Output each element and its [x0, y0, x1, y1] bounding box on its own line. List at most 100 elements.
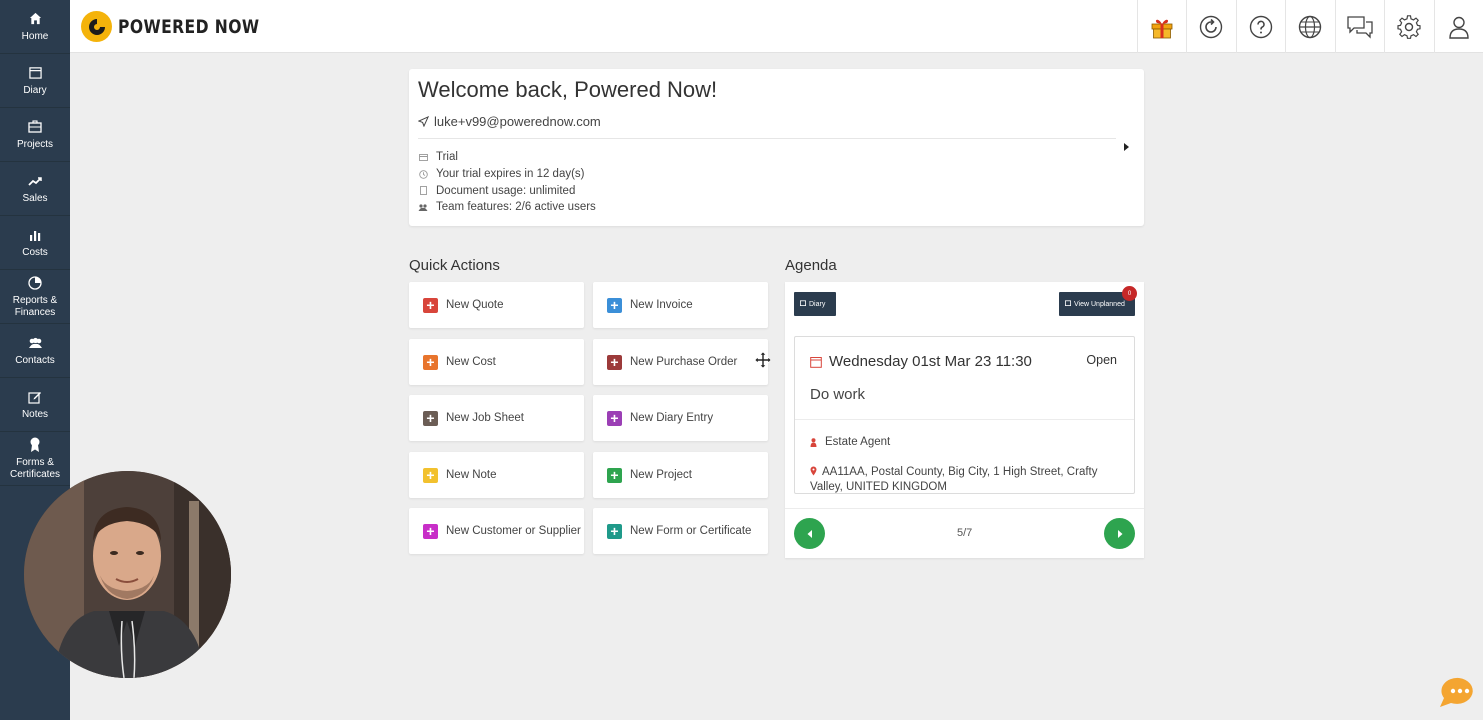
sidebar-item-label: Notes	[21, 408, 49, 420]
quick-action-label: New Purchase Order	[630, 356, 738, 368]
sidebar-item-label: Home	[21, 30, 49, 42]
unplanned-count-badge: 0	[1122, 286, 1137, 301]
status-text: Team features: 2/6 active users	[436, 201, 596, 214]
sidebar-item-reports[interactable]: Reports & Finances	[0, 270, 70, 324]
person-icon	[810, 437, 817, 447]
plus-icon: +	[607, 467, 622, 483]
quick-action-new-customer-or-supplier-button[interactable]: + New Customer or Supplier	[409, 508, 584, 554]
chevron-right-icon	[1117, 529, 1122, 538]
sidebar-item-sales[interactable]: Sales	[0, 162, 70, 216]
sidebar-item-label: Costs	[22, 246, 48, 258]
gift-icon	[1151, 19, 1173, 38]
quick-action-new-quote-button[interactable]: + New Quote	[409, 282, 584, 328]
status-line-usage: Document usage: unlimited	[418, 182, 596, 199]
top-icon-bar	[1136, 0, 1483, 53]
quick-action-label: New Form or Certificate	[630, 525, 752, 537]
event-address-text: AA11AA, Postal County, Big City, 1 High …	[810, 466, 1098, 493]
plus-icon: +	[607, 354, 622, 370]
expand-arrow-icon[interactable]	[1124, 143, 1129, 151]
settings-icon	[1397, 14, 1421, 39]
agenda-footer-divider	[785, 508, 1144, 509]
chat-icon	[1347, 15, 1373, 39]
sidebar-item-contacts[interactable]: Contacts	[0, 324, 70, 378]
send-icon	[418, 116, 429, 127]
home-icon	[27, 11, 43, 27]
account-email: luke+v99@powerednow.com	[418, 114, 601, 129]
calendar-icon	[27, 65, 43, 81]
users-icon	[27, 335, 43, 351]
settings-button[interactable]	[1384, 0, 1434, 53]
status-line-trial: Trial	[418, 149, 596, 166]
diary-button[interactable]: Diary	[794, 292, 836, 316]
agenda-pagination: 5/7	[957, 527, 973, 539]
quick-action-label: New Job Sheet	[446, 412, 524, 424]
quick-action-new-purchase-order-button[interactable]: + New Purchase Order	[593, 339, 768, 385]
help-button[interactable]	[1235, 0, 1286, 53]
certificate-icon	[27, 437, 43, 453]
sidebar-item-forms[interactable]: Forms & Certificates	[0, 432, 70, 486]
plus-icon: +	[607, 410, 622, 426]
status-line-team: Team features: 2/6 active users	[418, 199, 596, 216]
webcam-overlay	[24, 471, 231, 678]
user-icon	[1449, 16, 1469, 39]
sidebar-item-label: Contacts	[15, 354, 55, 366]
plus-icon: +	[607, 523, 622, 539]
diary-button-label: Diary	[809, 300, 826, 308]
sidebar-item-projects[interactable]: Projects	[0, 108, 70, 162]
quick-action-new-form-or-certificate-button[interactable]: + New Form or Certificate	[593, 508, 768, 554]
sidebar-item-label: Forms & Certificates	[9, 456, 60, 480]
event-contact-text: Estate Agent	[825, 436, 891, 448]
quick-action-label: New Invoice	[630, 299, 693, 311]
profile-button[interactable]	[1433, 0, 1483, 53]
agenda-next-button[interactable]	[1104, 518, 1135, 549]
refresh-icon	[1200, 15, 1223, 38]
plus-icon: +	[423, 297, 438, 313]
live-chat-button[interactable]	[1437, 676, 1477, 710]
brand-name: POWERED NOW	[118, 15, 260, 38]
brand-logo[interactable]: POWERED NOW	[81, 11, 291, 42]
status-line-expiry: Your trial expires in 12 day(s)	[418, 166, 596, 183]
sidebar-item-diary[interactable]: Diary	[0, 54, 70, 108]
quick-action-label: New Project	[630, 469, 692, 481]
quick-action-label: New Note	[446, 469, 497, 481]
card-icon	[418, 152, 428, 162]
document-icon	[418, 186, 428, 196]
plus-icon: +	[423, 467, 438, 483]
sidebar-item-label: Diary	[23, 84, 47, 96]
quick-action-label: New Cost	[446, 356, 496, 368]
agenda-event-card[interactable]: Wednesday 01st Mar 23 11:30 Open Do work…	[794, 336, 1135, 494]
globe-icon	[1299, 15, 1322, 38]
quick-action-label: New Customer or Supplier	[446, 525, 581, 537]
sidebar-item-notes[interactable]: Notes	[0, 378, 70, 432]
bar-chart-icon	[27, 227, 43, 243]
welcome-title: Welcome back, Powered Now!	[418, 77, 718, 102]
event-date-text: Wednesday 01st Mar 23 11:30	[829, 353, 1032, 370]
quick-action-label: New Quote	[446, 299, 504, 311]
help-icon	[1249, 15, 1272, 38]
sidebar-item-costs[interactable]: Costs	[0, 216, 70, 270]
quick-action-label: New Diary Entry	[630, 412, 714, 424]
refresh-button[interactable]	[1186, 0, 1236, 53]
briefcase-icon	[27, 119, 43, 135]
sidebar-item-home[interactable]: Home	[0, 0, 70, 54]
quick-action-new-invoice-button[interactable]: + New Invoice	[593, 282, 768, 328]
calendar-icon	[1065, 300, 1071, 308]
gift-button[interactable]	[1136, 0, 1187, 53]
event-contact: Estate Agent	[810, 436, 890, 448]
quick-action-new-job-sheet-button[interactable]: + New Job Sheet	[409, 395, 584, 441]
view-unplanned-label: View Unplanned	[1074, 300, 1125, 308]
quick-action-new-cost-button[interactable]: + New Cost	[409, 339, 584, 385]
sidebar-item-label: Sales	[22, 192, 48, 204]
agenda-prev-button[interactable]	[794, 518, 825, 549]
language-button[interactable]	[1285, 0, 1335, 53]
quick-action-new-note-button[interactable]: + New Note	[409, 452, 584, 498]
quick-action-new-diary-entry-button[interactable]: + New Diary Entry	[593, 395, 768, 441]
status-text: Your trial expires in 12 day(s)	[436, 168, 585, 181]
logo-mark-icon	[81, 11, 112, 42]
move-cursor-icon	[754, 351, 772, 373]
location-pin-icon	[810, 466, 817, 476]
plus-icon: +	[423, 354, 438, 370]
quick-action-new-project-button[interactable]: + New Project	[593, 452, 768, 498]
status-text: Document usage: unlimited	[436, 184, 576, 197]
messages-button[interactable]	[1334, 0, 1385, 53]
